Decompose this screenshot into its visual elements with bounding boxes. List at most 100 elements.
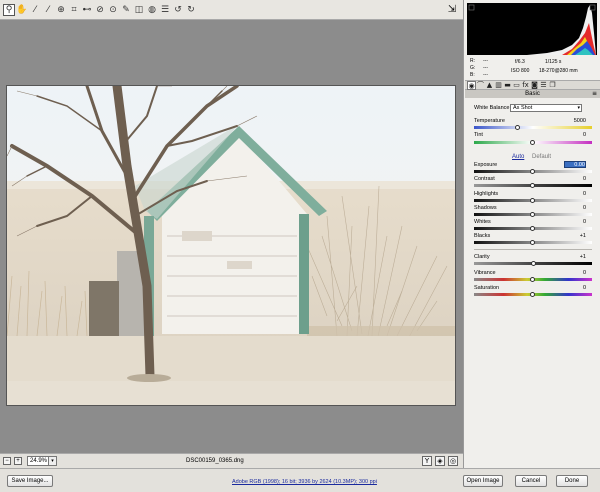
saturation-value[interactable]: 0 — [564, 285, 586, 292]
clarity-slider[interactable] — [474, 261, 592, 266]
temperature-label: Temperature — [474, 118, 505, 124]
split-toning-tab-icon[interactable]: ▬ — [503, 81, 512, 90]
exposure-value[interactable]: 0.00 — [564, 161, 586, 168]
temperature-slider[interactable] — [474, 125, 592, 130]
crop-icon[interactable]: ⌗ — [68, 4, 80, 16]
highlights-value[interactable]: 0 — [564, 191, 586, 198]
presets-tab-icon[interactable]: ☰ — [539, 81, 548, 90]
image-info: R: --- G: --- B: --- f/6.3 1/125 s ISO 8… — [467, 56, 597, 78]
default-link[interactable]: Default — [532, 154, 551, 160]
detail-tab-icon[interactable]: ▲ — [485, 81, 494, 90]
highlights-slider[interactable] — [474, 198, 592, 203]
whites-slider[interactable] — [474, 226, 592, 231]
temperature-value[interactable]: 5000 — [564, 118, 586, 125]
hsl-tab-icon[interactable]: ▥ — [494, 81, 503, 90]
zoom-icon[interactable]: ⚲ — [3, 3, 15, 16]
vibrance-value[interactable]: 0 — [564, 270, 586, 277]
rotate-left-icon[interactable]: ↺ — [172, 4, 184, 16]
white-balance-icon[interactable]: ⁄ — [29, 4, 41, 16]
preferences-list-icon[interactable]: ☰ — [159, 4, 171, 16]
shadows-slider[interactable] — [474, 212, 592, 217]
r-value: --- — [483, 58, 488, 64]
radial-filter-icon[interactable]: ◍ — [146, 4, 158, 16]
tint-slider[interactable] — [474, 140, 592, 145]
temperature-slider-thumb[interactable] — [515, 125, 520, 130]
saturation-label: Saturation — [474, 285, 500, 291]
footer-bar: Save Image... Adobe RGB (1998); 16 bit; … — [0, 468, 600, 492]
fullscreen-icon[interactable]: ⇲ — [445, 2, 459, 16]
blacks-value[interactable]: +1 — [564, 233, 586, 240]
zoom-dropdown-arrow-icon[interactable]: ▾ — [49, 456, 57, 466]
open-image-button[interactable]: Open Image — [463, 475, 503, 487]
clarity-slider-thumb[interactable] — [531, 261, 536, 266]
hand-icon[interactable]: ✋ — [16, 4, 28, 16]
vibrance-label: Vibrance — [474, 270, 496, 276]
panel-tabs: ◉ ⌒ ▲ ▥ ▬ ▭ fx ◙ ☰ ❐ — [465, 80, 600, 90]
basic-tab-icon[interactable]: ◉ — [467, 80, 476, 90]
tint-label: Tint — [474, 132, 483, 138]
filename-label: DSC00159_0365.dng — [186, 458, 244, 464]
shadows-label: Shadows — [474, 205, 497, 211]
zoom-out-button[interactable]: − — [3, 457, 11, 465]
shadows-value[interactable]: 0 — [564, 205, 586, 212]
save-image-button[interactable]: Save Image... — [7, 475, 53, 487]
b-label: B: — [470, 72, 475, 78]
shutter-value: 1/125 s — [545, 59, 562, 65]
snapshots-tab-icon[interactable]: ❐ — [548, 81, 557, 90]
vibrance-slider-thumb[interactable] — [530, 277, 535, 282]
effects-tab-icon[interactable]: fx — [521, 81, 530, 90]
whites-value[interactable]: 0 — [564, 219, 586, 226]
blacks-slider-thumb[interactable] — [530, 240, 535, 245]
aperture-value: f/6.3 — [515, 59, 525, 65]
exposure-slider-thumb[interactable] — [530, 169, 535, 174]
zoom-in-button[interactable]: + — [14, 457, 22, 465]
highlights-slider-thumb[interactable] — [530, 198, 535, 203]
tint-value[interactable]: 0 — [564, 132, 586, 139]
g-label: G: — [470, 65, 476, 71]
exposure-slider[interactable] — [474, 169, 592, 174]
red-eye-icon[interactable]: ⊙ — [107, 4, 119, 16]
photo-preview[interactable] — [6, 85, 456, 406]
clarity-value[interactable]: +1 — [564, 254, 586, 261]
camera-calibration-tab-icon[interactable]: ◙ — [530, 81, 539, 90]
blacks-label: Blacks — [474, 233, 491, 239]
done-button[interactable]: Done — [556, 475, 588, 487]
shadows-slider-thumb[interactable] — [530, 212, 535, 217]
whites-slider-thumb[interactable] — [530, 226, 535, 231]
panel-menu-icon[interactable]: ≡ — [592, 90, 597, 98]
contrast-label: Contrast — [474, 176, 495, 182]
y-toggle-icon[interactable]: Y — [422, 456, 432, 466]
white-balance-label: White Balance: — [474, 105, 511, 111]
divider — [474, 249, 592, 250]
targeted-adjustment-icon[interactable]: ⊕ — [55, 4, 67, 16]
saturation-slider[interactable] — [474, 292, 592, 297]
white-balance-select[interactable]: As Shot ▾ — [510, 104, 582, 112]
blacks-slider[interactable] — [474, 240, 592, 245]
contrast-slider-thumb[interactable] — [530, 183, 535, 188]
highlight-clipping-icon[interactable]: ◈ — [435, 456, 445, 466]
workflow-options-link[interactable]: Adobe RGB (1998); 16 bit; 3936 by 2624 (… — [232, 479, 377, 485]
auto-link[interactable]: Auto — [512, 154, 524, 160]
vibrance-slider[interactable] — [474, 277, 592, 282]
contrast-value[interactable]: 0 — [564, 176, 586, 183]
clarity-label: Clarity — [474, 254, 490, 260]
lens-value: 18-270@280 mm — [539, 68, 578, 74]
zoom-level-field[interactable]: 24.9% — [27, 456, 49, 466]
adjustment-brush-icon[interactable]: ✎ — [120, 4, 132, 16]
spot-removal-icon[interactable]: ⊘ — [94, 4, 106, 16]
saturation-slider-thumb[interactable] — [530, 292, 535, 297]
tone-curve-tab-icon[interactable]: ⌒ — [476, 81, 485, 90]
image-preview-area — [0, 20, 463, 453]
color-sampler-icon[interactable]: ⁄ — [42, 4, 54, 16]
toolbar: ⚲ ✋ ⁄ ⁄ ⊕ ⌗ ⊷ ⊘ ⊙ ✎ ◫ ◍ ☰ ↺ ↻ ⇲ — [0, 0, 463, 20]
highlights-label: Highlights — [474, 191, 499, 197]
whites-label: Whites — [474, 219, 491, 225]
shadow-clipping-icon[interactable]: ◎ — [448, 456, 458, 466]
lens-corrections-tab-icon[interactable]: ▭ — [512, 81, 521, 90]
rotate-right-icon[interactable]: ↻ — [185, 4, 197, 16]
cancel-button[interactable]: Cancel — [515, 475, 547, 487]
graduated-filter-icon[interactable]: ◫ — [133, 4, 145, 16]
tint-slider-thumb[interactable] — [530, 140, 535, 145]
straighten-icon[interactable]: ⊷ — [81, 4, 93, 16]
contrast-slider[interactable] — [474, 183, 592, 188]
